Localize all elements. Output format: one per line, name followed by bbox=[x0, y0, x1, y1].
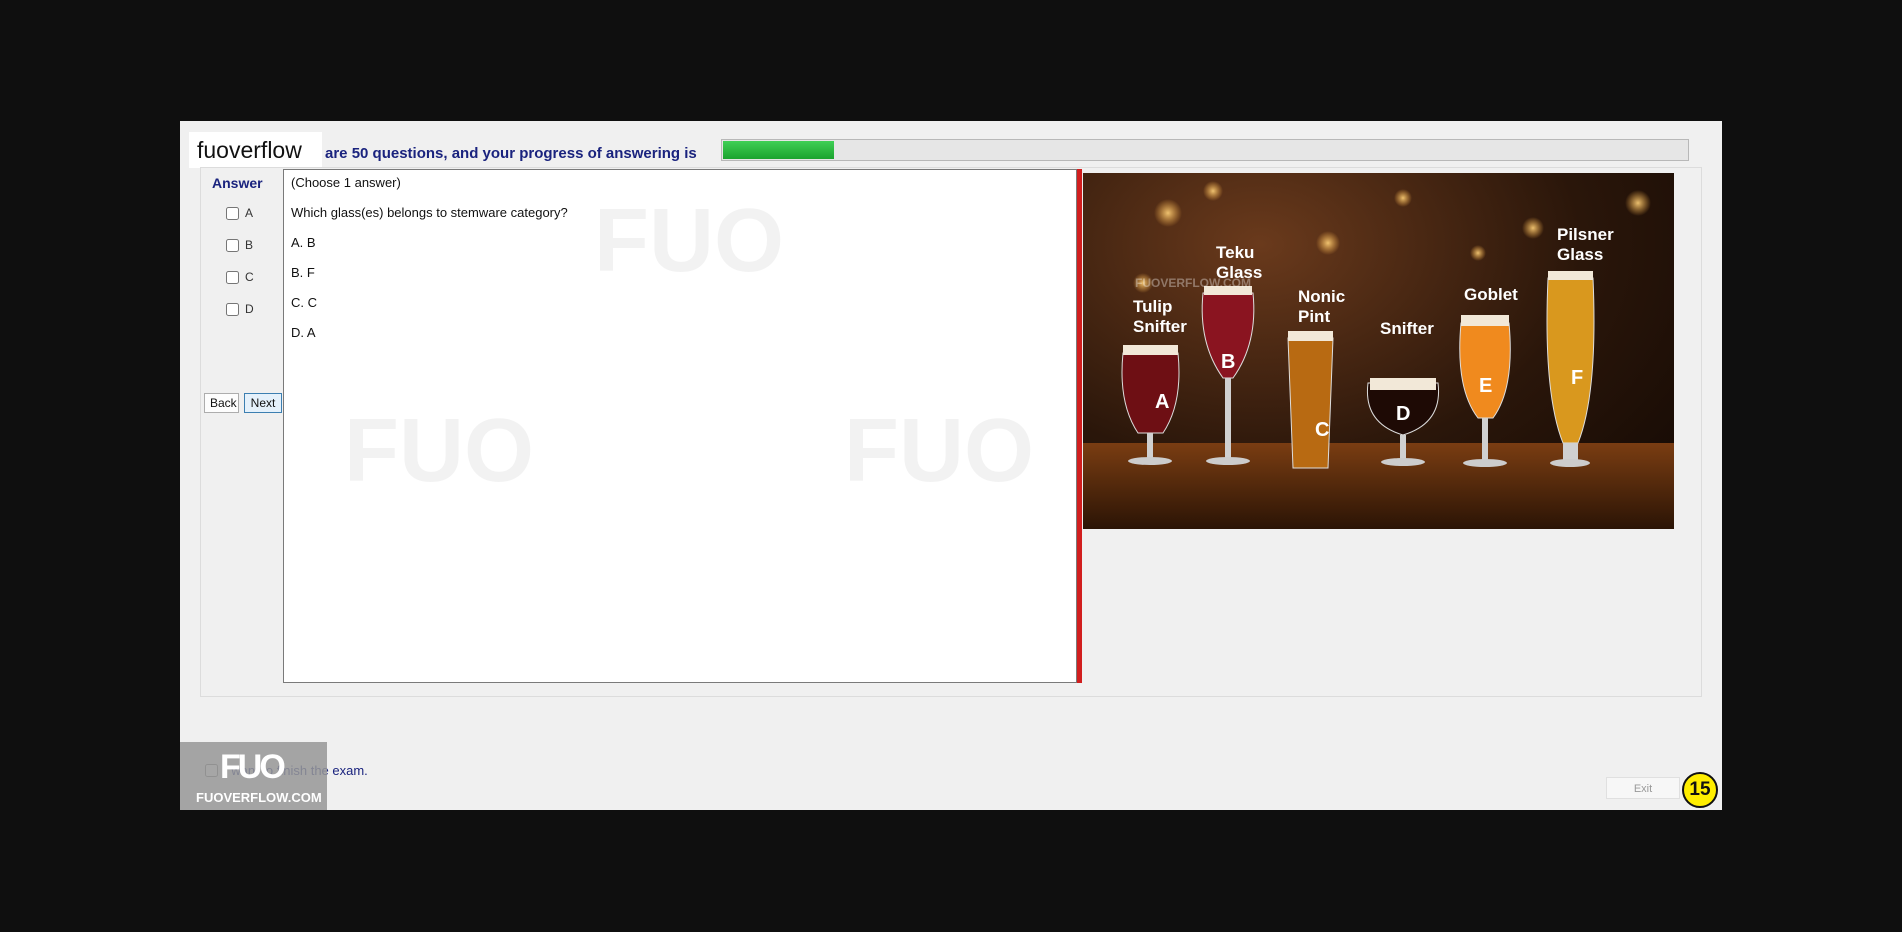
logo-text: FUOVERFLOW.COM bbox=[196, 790, 322, 805]
choice-d: D. A bbox=[291, 325, 316, 340]
question-text: Which glass(es) belongs to stemware cate… bbox=[291, 205, 568, 220]
answer-checkbox-c[interactable] bbox=[226, 270, 239, 284]
answer-title: Answer bbox=[212, 175, 263, 191]
watermark-logo: FUO bbox=[344, 401, 534, 501]
question-instruction: (Choose 1 answer) bbox=[291, 175, 401, 190]
answer-option-label: B bbox=[245, 238, 254, 252]
answer-option-c[interactable]: C bbox=[226, 270, 254, 284]
answer-checkbox-a[interactable] bbox=[226, 206, 239, 220]
glass-label-snifter: Snifter bbox=[1380, 319, 1434, 338]
glass-label-tulip: Tulip Snifter bbox=[1133, 297, 1187, 336]
glass-letter-e: E bbox=[1479, 375, 1493, 397]
progress-fill bbox=[723, 141, 835, 159]
glass-letter-b: B bbox=[1221, 351, 1236, 373]
back-button[interactable]: Back bbox=[204, 393, 239, 413]
choice-c: C. C bbox=[291, 295, 317, 310]
page-number-badge: 15 bbox=[1682, 772, 1718, 808]
glass-label-nonic: Nonic Pint bbox=[1298, 287, 1346, 326]
answer-checkbox-d[interactable] bbox=[226, 302, 239, 316]
watermark-logo: FUO bbox=[594, 191, 784, 291]
answer-option-b[interactable]: B bbox=[226, 238, 253, 252]
answer-option-a[interactable]: A bbox=[226, 206, 253, 220]
glass-label-goblet: Goblet bbox=[1464, 285, 1518, 304]
choice-b: B. F bbox=[291, 265, 315, 280]
exam-window: fuoverflow are 50 questions, and your pr… bbox=[180, 121, 1722, 810]
progress-bar bbox=[721, 139, 1689, 161]
answer-option-label: A bbox=[245, 206, 254, 220]
choice-a: A. B bbox=[291, 235, 316, 250]
image-watermark: FUOVERFLOW.COM bbox=[1135, 276, 1251, 290]
panel-divider bbox=[1077, 169, 1082, 683]
question-image: Tulip Snifter A Teku Glass B Nonic Pint … bbox=[1083, 173, 1674, 529]
watermark-logo: FUO bbox=[844, 401, 1034, 501]
answer-option-d[interactable]: D bbox=[226, 302, 254, 316]
glass-letter-a: A bbox=[1155, 391, 1170, 413]
answer-checkbox-b[interactable] bbox=[226, 238, 239, 252]
next-button[interactable]: Next bbox=[244, 393, 282, 413]
glass-letter-f: F bbox=[1571, 367, 1584, 389]
glass-label-pilsner: Pilsner Glass bbox=[1557, 225, 1614, 264]
question-panel: (Choose 1 answer) Which glass(es) belong… bbox=[283, 169, 1077, 683]
answer-option-label: C bbox=[245, 270, 254, 284]
fuo-logo: FUO FUOVERFLOW.COM bbox=[180, 742, 327, 810]
logo-mark: FUO bbox=[220, 748, 286, 786]
brand-label: fuoverflow bbox=[189, 132, 322, 168]
progress-text: are 50 questions, and your progress of a… bbox=[325, 145, 697, 162]
glass-letter-c: C bbox=[1315, 419, 1330, 441]
exit-button[interactable]: Exit bbox=[1606, 777, 1680, 799]
answer-option-label: D bbox=[245, 302, 254, 316]
glass-letter-d: D bbox=[1396, 403, 1411, 425]
